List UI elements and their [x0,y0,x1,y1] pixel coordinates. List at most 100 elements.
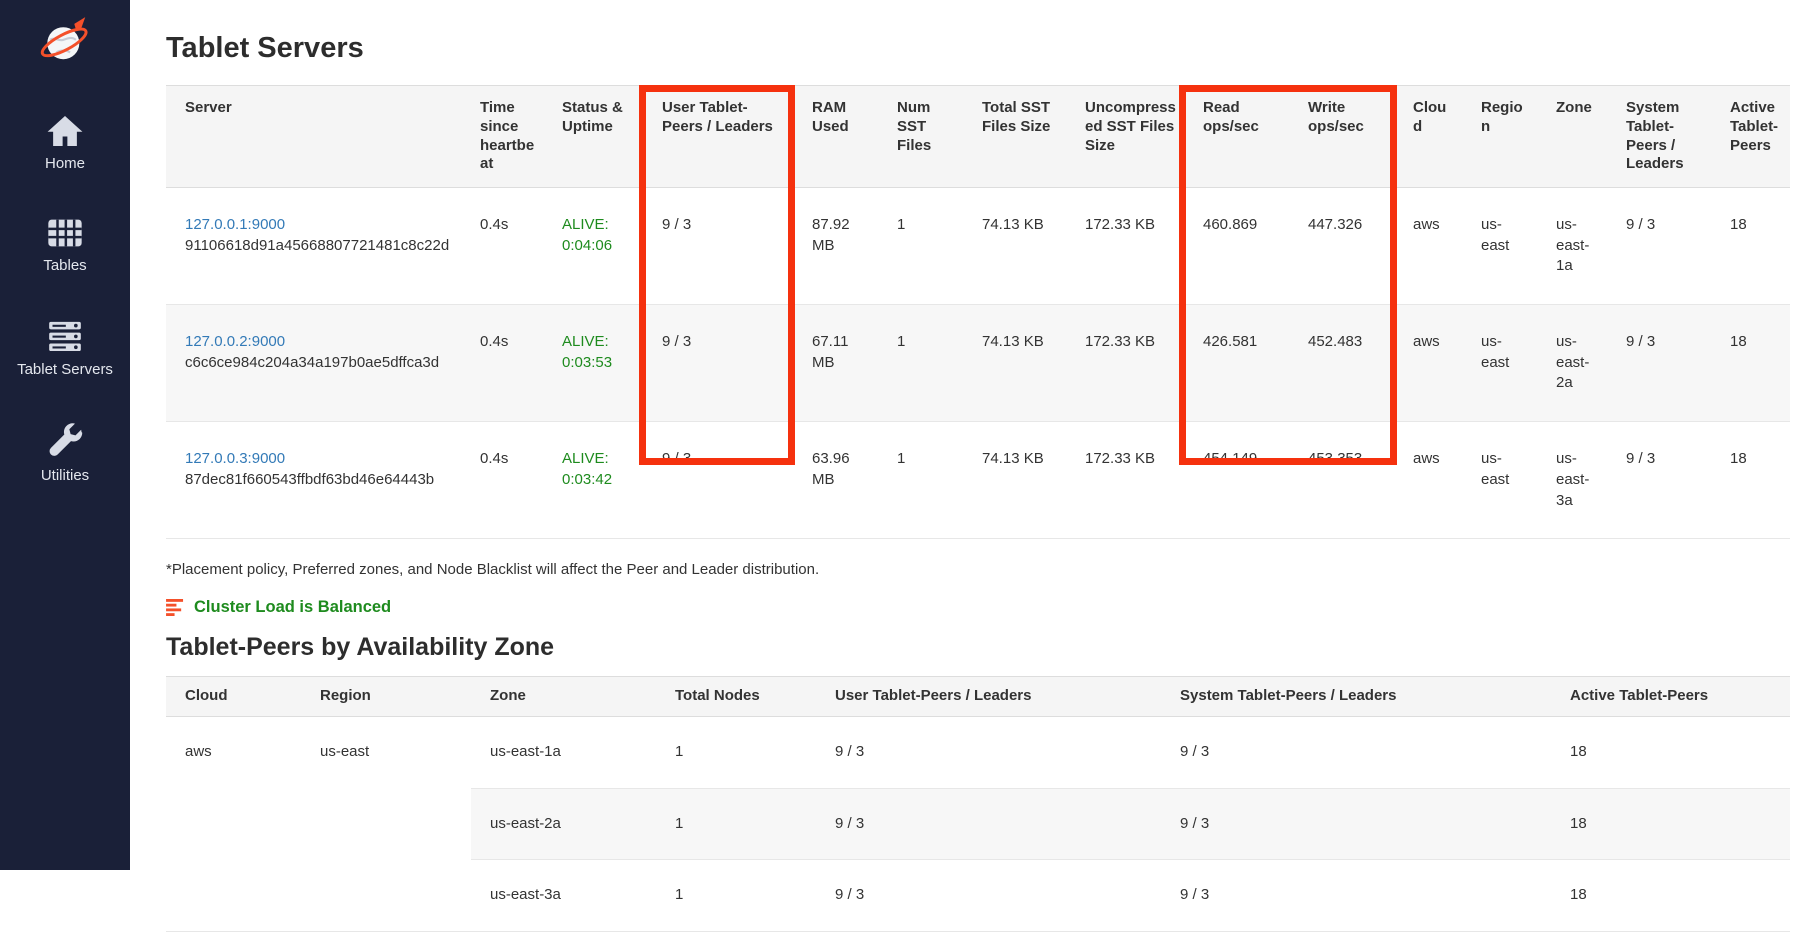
total-sst-size-cell: 74.13 KB [963,422,1066,539]
column-header: Zone [471,677,656,717]
num-sst-files-cell: 1 [878,188,963,305]
column-header: User Tablet-Peers / Leaders [816,677,1161,717]
total-sst-size-cell: 74.13 KB [963,305,1066,422]
column-header: Server [166,86,461,188]
server-cell: 127.0.0.1:900091106618d91a45668807721481… [166,188,461,305]
column-header: Write ops/sec [1289,86,1394,188]
region-cell: us-east [1462,305,1537,422]
user-tablet-peers-cell: 9 / 3 [816,860,1161,932]
status-uptime-text: 0:03:53 [562,353,635,374]
status-uptime-cell: ALIVE:0:04:06 [543,188,643,305]
server-link[interactable]: 127.0.0.3:9000 [185,450,285,467]
system-tablet-peers-cell: 9 / 3 [1161,716,1551,788]
region-cell: us-east [301,716,471,931]
cloud-cell: aws [1394,305,1462,422]
column-header: Region [301,677,471,717]
column-header: Num SST Files [878,86,963,188]
system-tablet-peers-cell: 9 / 3 [1607,422,1711,539]
tablet-servers-table-wrap: ServerTime since heartbeatStatus & Uptim… [166,85,1790,539]
app-logo[interactable] [38,12,92,70]
column-header: System Tablet-Peers / Leaders [1161,677,1551,717]
column-header: RAM Used [793,86,878,188]
write-ops-cell: 452.483 [1289,305,1394,422]
sidebar-item-tables[interactable]: Tables [43,216,86,274]
ram-used-cell: 63.96 MB [793,422,878,539]
time-since-heartbeat-cell: 0.4s [461,188,543,305]
load-balance-icon [166,599,185,616]
sidebar-item-label: Home [45,155,85,172]
column-header: Active Tablet-Peers [1551,677,1790,717]
system-tablet-peers-cell: 9 / 3 [1607,188,1711,305]
server-cell: 127.0.0.3:900087dec81f660543ffbdf63bd46e… [166,422,461,539]
system-tablet-peers-cell: 9 / 3 [1607,305,1711,422]
tablet-servers-icon [45,318,85,354]
column-header: Region [1462,86,1537,188]
sidebar-item-utilities[interactable]: Utilities [41,422,89,484]
server-cell: 127.0.0.2:9000 c6c6ce984c204a34a197b0ae5d… [166,305,461,422]
cloud-cell: aws [166,716,301,931]
write-ops-cell: 447.326 [1289,188,1394,305]
column-header: Uncompressed SST Files Size [1066,86,1184,188]
active-tablet-peers-cell: 18 [1711,305,1790,422]
status-alive-text: ALIVE: [562,215,635,236]
globe-rocket-logo-icon [38,12,92,66]
column-header: Read ops/sec [1184,86,1289,188]
server-uuid: c6c6ce984c204a34a197b0ae5dffca3d [185,353,453,374]
total-sst-size-cell: 74.13 KB [963,188,1066,305]
column-header: Active Tablet-Peers [1711,86,1790,188]
zone-cell: us-east-1a [471,716,656,788]
user-tablet-peers-cell: 9 / 3 [643,188,793,305]
placement-footnote: *Placement policy, Preferred zones, and … [166,561,1790,578]
sidebar-item-home[interactable]: Home [45,114,85,172]
column-header: Zone [1537,86,1607,188]
active-tablet-peers-cell: 18 [1551,860,1790,932]
uncompressed-sst-size-cell: 172.33 KB [1066,422,1184,539]
cloud-cell: aws [1394,422,1462,539]
region-cell: us-east [1462,188,1537,305]
server-row: 127.0.0.3:900087dec81f660543ffbdf63bd46e… [166,422,1790,539]
active-tablet-peers-cell: 18 [1711,188,1790,305]
column-header: System Tablet-Peers / Leaders [1607,86,1711,188]
user-tablet-peers-cell: 9 / 3 [643,422,793,539]
total-nodes-cell: 1 [656,716,816,788]
read-ops-cell: 460.869 [1184,188,1289,305]
status-uptime-cell: ALIVE:0:03:53 [543,305,643,422]
system-tablet-peers-cell: 9 / 3 [1161,788,1551,860]
column-header: Time since heartbeat [461,86,543,188]
az-row: awsus-eastus-east-1a19 / 39 / 318 [166,716,1790,788]
main-content: Tablet Servers ServerTime since heartbea… [130,0,1809,932]
server-link[interactable]: 127.0.0.1:9000 [185,216,285,233]
balance-status-text: Cluster Load is Balanced [194,598,391,617]
system-tablet-peers-cell: 9 / 3 [1161,860,1551,932]
sidebar-item-tablet-servers[interactable]: Tablet Servers [17,318,113,378]
server-row: 127.0.0.2:9000 c6c6ce984c204a34a197b0ae5d… [166,305,1790,422]
sidebar: Home Tables [0,0,130,870]
status-alive-text: ALIVE: [562,449,635,470]
read-ops-cell: 454.149 [1184,422,1289,539]
zone-cell: us-east-2a [471,788,656,860]
cloud-cell: aws [1394,188,1462,305]
region-cell: us-east [1462,422,1537,539]
az-table: CloudRegionZoneTotal NodesUser Tablet-Pe… [166,676,1790,932]
user-tablet-peers-cell: 9 / 3 [816,788,1161,860]
zone-cell: us-east-3a [471,860,656,932]
num-sst-files-cell: 1 [878,305,963,422]
servers-header-row: ServerTime since heartbeatStatus & Uptim… [166,86,1790,188]
column-header: Total Nodes [656,677,816,717]
total-nodes-cell: 1 [656,860,816,932]
user-tablet-peers-cell: 9 / 3 [816,716,1161,788]
sidebar-item-label: Tablet Servers [17,361,113,378]
page-title: Tablet Servers [166,32,1790,65]
time-since-heartbeat-cell: 0.4s [461,305,543,422]
ram-used-cell: 87.92 MB [793,188,878,305]
tablet-servers-table: ServerTime since heartbeatStatus & Uptim… [166,85,1790,539]
status-uptime-text: 0:04:06 [562,236,635,257]
cluster-balance-status: Cluster Load is Balanced [166,598,1790,617]
column-header: User Tablet-Peers / Leaders [643,86,793,188]
server-link[interactable]: 127.0.0.2:9000 [185,333,285,350]
user-tablet-peers-cell: 9 / 3 [643,305,793,422]
time-since-heartbeat-cell: 0.4s [461,422,543,539]
uncompressed-sst-size-cell: 172.33 KB [1066,188,1184,305]
active-tablet-peers-cell: 18 [1551,716,1790,788]
column-header: Total SST Files Size [963,86,1066,188]
